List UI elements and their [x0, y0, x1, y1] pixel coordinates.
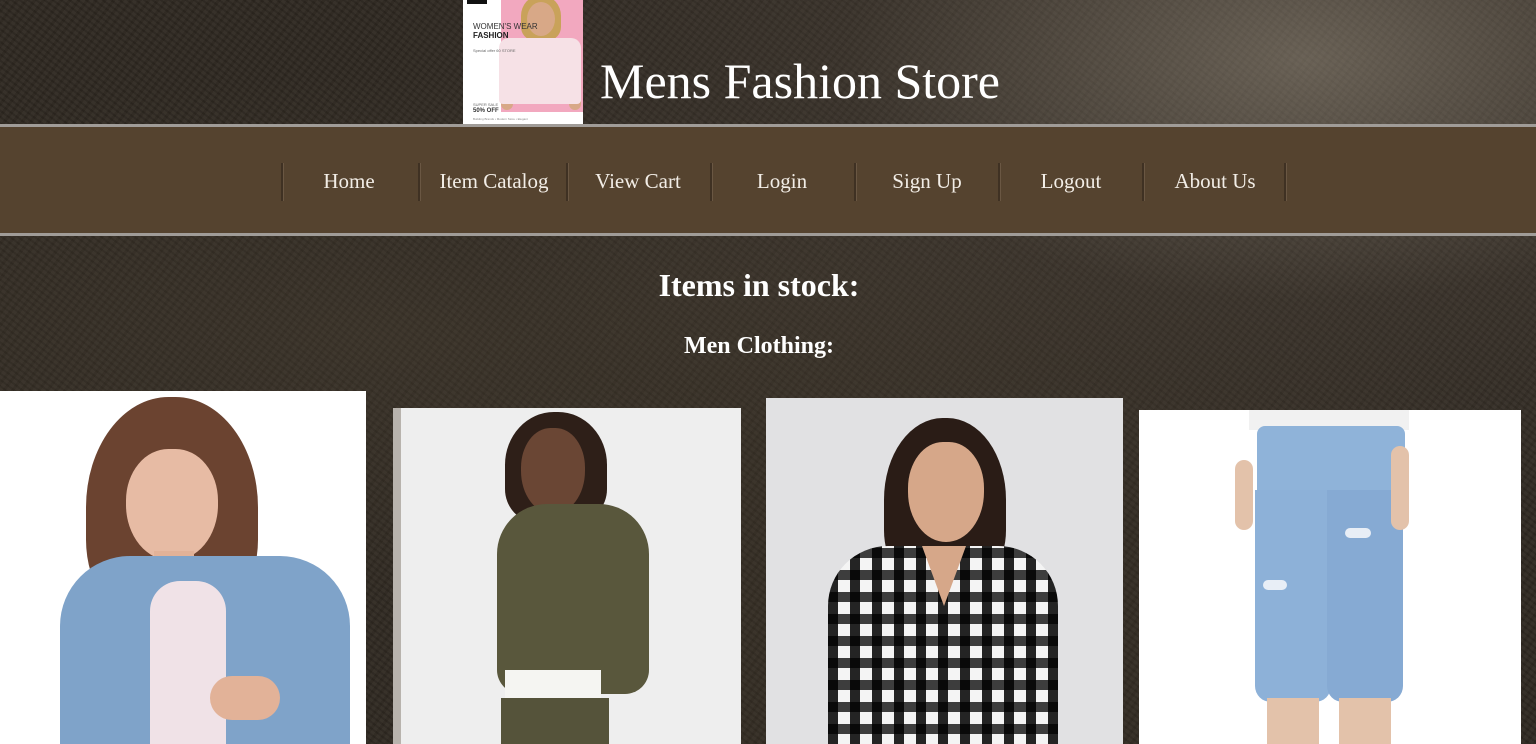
- site-header: WOMEN'S WEAR FASHION Special offer 60 ST…: [0, 0, 1536, 124]
- product-image-denim-jacket[interactable]: [0, 391, 366, 744]
- store-logo-image[interactable]: WOMEN'S WEAR FASHION Special offer 60 ST…: [463, 0, 583, 124]
- men-clothing-heading: Men Clothing:: [684, 333, 834, 359]
- nav-about-us[interactable]: About Us: [1148, 160, 1282, 202]
- nav-login[interactable]: Login: [716, 160, 848, 202]
- jeans-rip: [1345, 528, 1371, 538]
- model-hand: [210, 676, 280, 720]
- nav-view-cart[interactable]: View Cart: [572, 160, 704, 202]
- logo-black-tab: [467, 0, 487, 4]
- model-face: [126, 449, 218, 561]
- nav-separator: [418, 163, 421, 201]
- model-arm: [1235, 460, 1253, 530]
- logo-text-footer: Building Brands • Modern Store • Elegant: [473, 117, 528, 121]
- main-nav: Home Item Catalog View Cart Login Sign U…: [0, 124, 1536, 236]
- nav-sign-up[interactable]: Sign Up: [860, 160, 994, 202]
- olive-joggers: [501, 698, 609, 744]
- logo-text-discount: 50% OFF: [473, 108, 499, 114]
- model-face: [908, 442, 984, 542]
- product-image-ripped-jeans[interactable]: [1139, 410, 1521, 744]
- image-edge: [393, 408, 401, 744]
- logo-text-fashion: FASHION: [473, 31, 509, 40]
- model-arm: [1391, 446, 1409, 530]
- model-ankle: [1267, 698, 1319, 744]
- nav-separator: [566, 163, 569, 201]
- nav-separator: [1142, 163, 1145, 201]
- nav-logout[interactable]: Logout: [1004, 160, 1138, 202]
- model-ankle: [1339, 698, 1391, 744]
- logo-text-womens-wear: WOMEN'S WEAR: [473, 22, 538, 31]
- product-image-plaid-shirt[interactable]: [766, 398, 1123, 744]
- items-in-stock-heading: Items in stock:: [658, 267, 860, 303]
- nav-separator: [998, 163, 1001, 201]
- model-face: [521, 428, 585, 514]
- nav-separator: [1284, 163, 1287, 201]
- nav-home[interactable]: Home: [284, 160, 414, 202]
- nav-separator: [710, 163, 713, 201]
- nav-separator: [854, 163, 857, 201]
- logo-text-super-sale: SUPER SALE: [473, 102, 499, 107]
- jeans-left-leg: [1255, 490, 1331, 702]
- jeans-rip: [1263, 580, 1287, 590]
- site-title: Mens Fashion Store: [600, 53, 1000, 109]
- olive-hoodie: [497, 504, 649, 694]
- product-image-olive-hoodie[interactable]: [393, 408, 741, 744]
- logo-text-offer: Special offer 60 STORE: [473, 48, 516, 53]
- white-top: [150, 581, 226, 744]
- nav-item-catalog[interactable]: Item Catalog: [424, 160, 564, 202]
